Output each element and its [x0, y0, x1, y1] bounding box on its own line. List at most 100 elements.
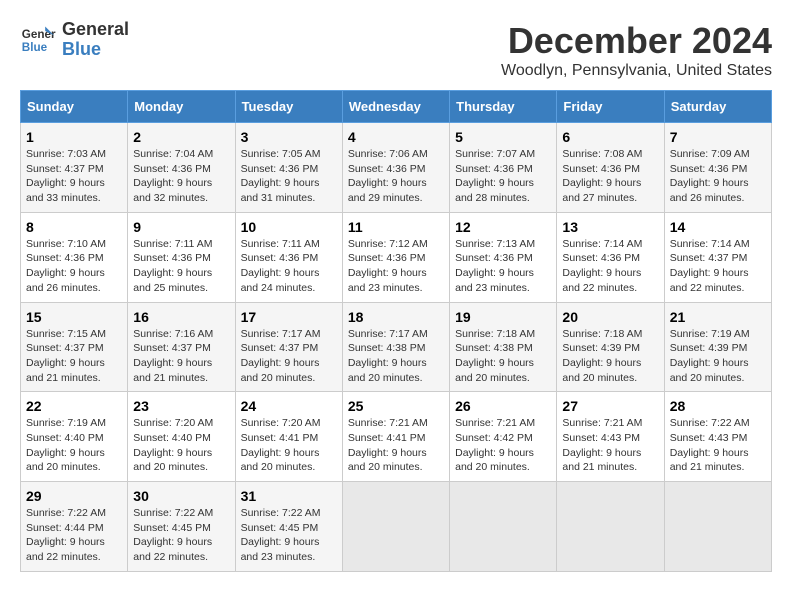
- day-cell: [664, 482, 771, 572]
- day-detail: Sunrise: 7:17 AMSunset: 4:37 PMDaylight:…: [241, 327, 337, 386]
- day-detail: Sunrise: 7:20 AMSunset: 4:41 PMDaylight:…: [241, 416, 337, 475]
- day-number: 4: [348, 129, 444, 145]
- day-cell: 22 Sunrise: 7:19 AMSunset: 4:40 PMDayligh…: [21, 392, 128, 482]
- day-cell: [450, 482, 557, 572]
- day-cell: 15Sunrise: 7:15 AMSunset: 4:37 PMDayligh…: [21, 302, 128, 392]
- logo-text: General Blue: [62, 20, 129, 60]
- day-number: 26: [455, 398, 551, 414]
- day-cell: 16 Sunrise: 7:16 AMSunset: 4:37 PMDayligh…: [128, 302, 235, 392]
- day-number: 14: [670, 219, 766, 235]
- day-cell: 10Sunrise: 7:11 AMSunset: 4:36 PMDayligh…: [235, 212, 342, 302]
- week-row-2: 8 Sunrise: 7:10 AMSunset: 4:36 PMDaylight…: [21, 212, 772, 302]
- logo-line2: Blue: [62, 40, 129, 60]
- week-row-1: 1Sunrise: 7:03 AMSunset: 4:37 PMDaylight…: [21, 123, 772, 213]
- day-number: 3: [241, 129, 337, 145]
- col-header-thursday: Thursday: [450, 91, 557, 123]
- day-cell: 12 Sunrise: 7:13 AMSunset: 4:36 PMDayligh…: [450, 212, 557, 302]
- day-number: 7: [670, 129, 766, 145]
- day-cell: 6 Sunrise: 7:08 AMSunset: 4:36 PMDaylight…: [557, 123, 664, 213]
- day-detail: Sunrise: 7:21 AMSunset: 4:41 PMDaylight:…: [348, 416, 444, 475]
- day-cell: 9 Sunrise: 7:11 AMSunset: 4:36 PMDaylight…: [128, 212, 235, 302]
- day-detail: Sunrise: 7:11 AMSunset: 4:36 PMDaylight:…: [133, 237, 229, 296]
- day-number: 6: [562, 129, 658, 145]
- day-number: 23: [133, 398, 229, 414]
- day-cell: 25 Sunrise: 7:21 AMSunset: 4:41 PMDayligh…: [342, 392, 449, 482]
- logo-icon: General Blue: [20, 22, 56, 58]
- day-detail: Sunrise: 7:19 AMSunset: 4:39 PMDaylight:…: [670, 327, 766, 386]
- day-detail: Sunrise: 7:14 AMSunset: 4:37 PMDaylight:…: [670, 237, 766, 296]
- col-header-friday: Friday: [557, 91, 664, 123]
- day-number: 24: [241, 398, 337, 414]
- svg-text:General: General: [22, 28, 56, 41]
- calendar-header-row: SundayMondayTuesdayWednesdayThursdayFrid…: [21, 91, 772, 123]
- day-cell: 1Sunrise: 7:03 AMSunset: 4:37 PMDaylight…: [21, 123, 128, 213]
- col-header-saturday: Saturday: [664, 91, 771, 123]
- title-area: December 2024 Woodlyn, Pennsylvania, Uni…: [501, 20, 772, 80]
- day-number: 5: [455, 129, 551, 145]
- day-detail: Sunrise: 7:12 AMSunset: 4:36 PMDaylight:…: [348, 237, 444, 296]
- day-detail: Sunrise: 7:22 AMSunset: 4:43 PMDaylight:…: [670, 416, 766, 475]
- day-number: 25: [348, 398, 444, 414]
- day-detail: Sunrise: 7:13 AMSunset: 4:36 PMDaylight:…: [455, 237, 551, 296]
- week-row-3: 15Sunrise: 7:15 AMSunset: 4:37 PMDayligh…: [21, 302, 772, 392]
- svg-text:Blue: Blue: [22, 41, 48, 54]
- day-cell: 2Sunrise: 7:04 AMSunset: 4:36 PMDaylight…: [128, 123, 235, 213]
- day-number: 10: [241, 219, 337, 235]
- day-number: 18: [348, 309, 444, 325]
- day-number: 11: [348, 219, 444, 235]
- logo: General Blue General Blue: [20, 20, 129, 60]
- col-header-tuesday: Tuesday: [235, 91, 342, 123]
- day-cell: 17Sunrise: 7:17 AMSunset: 4:37 PMDayligh…: [235, 302, 342, 392]
- header: General Blue General Blue December 2024 …: [20, 20, 772, 80]
- day-cell: 26 Sunrise: 7:21 AMSunset: 4:42 PMDayligh…: [450, 392, 557, 482]
- col-header-sunday: Sunday: [21, 91, 128, 123]
- day-detail: Sunrise: 7:19 AMSunset: 4:40 PMDaylight:…: [26, 416, 122, 475]
- day-number: 30: [133, 488, 229, 504]
- day-number: 1: [26, 129, 122, 145]
- day-number: 31: [241, 488, 337, 504]
- logo-line1: General: [62, 20, 129, 40]
- day-number: 16: [133, 309, 229, 325]
- day-number: 29: [26, 488, 122, 504]
- day-cell: 4 Sunrise: 7:06 AMSunset: 4:36 PMDaylight…: [342, 123, 449, 213]
- calendar-table: SundayMondayTuesdayWednesdayThursdayFrid…: [20, 90, 772, 572]
- day-number: 12: [455, 219, 551, 235]
- day-detail: Sunrise: 7:10 AMSunset: 4:36 PMDaylight:…: [26, 237, 122, 296]
- main-title: December 2024: [501, 20, 772, 62]
- day-cell: 21Sunrise: 7:19 AMSunset: 4:39 PMDayligh…: [664, 302, 771, 392]
- day-number: 28: [670, 398, 766, 414]
- day-cell: 13Sunrise: 7:14 AMSunset: 4:36 PMDayligh…: [557, 212, 664, 302]
- day-cell: 5 Sunrise: 7:07 AMSunset: 4:36 PMDaylight…: [450, 123, 557, 213]
- day-number: 13: [562, 219, 658, 235]
- day-number: 8: [26, 219, 122, 235]
- day-cell: 23Sunrise: 7:20 AMSunset: 4:40 PMDayligh…: [128, 392, 235, 482]
- day-cell: 7 Sunrise: 7:09 AMSunset: 4:36 PMDaylight…: [664, 123, 771, 213]
- day-number: 22: [26, 398, 122, 414]
- day-detail: Sunrise: 7:22 AMSunset: 4:45 PMDaylight:…: [133, 506, 229, 565]
- day-cell: 8 Sunrise: 7:10 AMSunset: 4:36 PMDaylight…: [21, 212, 128, 302]
- day-detail: Sunrise: 7:06 AMSunset: 4:36 PMDaylight:…: [348, 147, 444, 206]
- day-number: 19: [455, 309, 551, 325]
- day-number: 9: [133, 219, 229, 235]
- day-detail: Sunrise: 7:16 AMSunset: 4:37 PMDaylight:…: [133, 327, 229, 386]
- day-cell: 3 Sunrise: 7:05 AMSunset: 4:36 PMDaylight…: [235, 123, 342, 213]
- day-cell: 28 Sunrise: 7:22 AMSunset: 4:43 PMDayligh…: [664, 392, 771, 482]
- day-detail: Sunrise: 7:05 AMSunset: 4:36 PMDaylight:…: [241, 147, 337, 206]
- day-detail: Sunrise: 7:17 AMSunset: 4:38 PMDaylight:…: [348, 327, 444, 386]
- day-cell: 24 Sunrise: 7:20 AMSunset: 4:41 PMDayligh…: [235, 392, 342, 482]
- day-cell: 30 Sunrise: 7:22 AMSunset: 4:45 PMDayligh…: [128, 482, 235, 572]
- day-cell: 19Sunrise: 7:18 AMSunset: 4:38 PMDayligh…: [450, 302, 557, 392]
- day-detail: Sunrise: 7:09 AMSunset: 4:36 PMDaylight:…: [670, 147, 766, 206]
- day-detail: Sunrise: 7:21 AMSunset: 4:42 PMDaylight:…: [455, 416, 551, 475]
- day-cell: 18 Sunrise: 7:17 AMSunset: 4:38 PMDayligh…: [342, 302, 449, 392]
- day-detail: Sunrise: 7:08 AMSunset: 4:36 PMDaylight:…: [562, 147, 658, 206]
- day-cell: 31Sunrise: 7:22 AMSunset: 4:45 PMDayligh…: [235, 482, 342, 572]
- day-detail: Sunrise: 7:07 AMSunset: 4:36 PMDaylight:…: [455, 147, 551, 206]
- day-detail: Sunrise: 7:04 AMSunset: 4:36 PMDaylight:…: [133, 147, 229, 206]
- day-cell: [342, 482, 449, 572]
- day-cell: 20 Sunrise: 7:18 AMSunset: 4:39 PMDayligh…: [557, 302, 664, 392]
- day-detail: Sunrise: 7:18 AMSunset: 4:39 PMDaylight:…: [562, 327, 658, 386]
- week-row-4: 22 Sunrise: 7:19 AMSunset: 4:40 PMDayligh…: [21, 392, 772, 482]
- day-number: 20: [562, 309, 658, 325]
- day-number: 15: [26, 309, 122, 325]
